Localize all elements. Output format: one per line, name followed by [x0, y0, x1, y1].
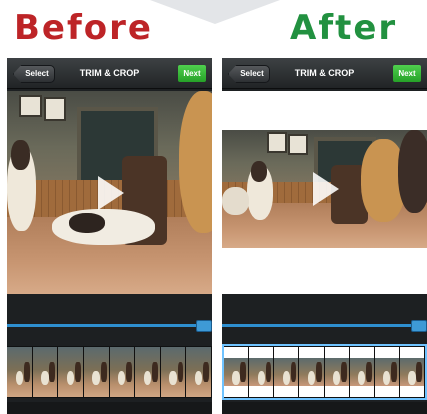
filmstrip[interactable]: [7, 346, 212, 398]
next-button[interactable]: Next: [178, 65, 206, 82]
filmstrip-frame: [160, 347, 187, 397]
filmstrip-frame: [83, 347, 110, 397]
video-frame: [222, 130, 427, 248]
video-frame: [7, 91, 212, 294]
filmstrip-frame: [135, 347, 161, 397]
filmstrip-frame: [349, 347, 375, 397]
after-phone-screen: Select TRIM & CROP Next: [222, 58, 427, 414]
filmstrip-frame: [7, 347, 33, 397]
after-heading: After: [290, 8, 398, 48]
wall-picture: [43, 97, 67, 122]
filmstrip-frame: [109, 347, 136, 397]
video-preview[interactable]: [222, 91, 427, 294]
play-icon[interactable]: [312, 172, 339, 206]
play-icon[interactable]: [97, 175, 124, 210]
filmstrip-frame: [224, 347, 250, 397]
filmstrip[interactable]: [222, 344, 427, 400]
filmstrip-frame: [399, 347, 425, 397]
filmstrip-frame: [374, 347, 400, 397]
filmstrip-frame: [32, 347, 59, 397]
trim-slider-track[interactable]: [7, 324, 212, 327]
video-preview[interactable]: [7, 91, 212, 294]
next-button[interactable]: Next: [393, 65, 421, 82]
dog-left-head: [11, 139, 30, 171]
wall-picture: [267, 132, 288, 153]
dog-left-head: [250, 160, 268, 182]
dog-lying: [222, 186, 249, 215]
decorative-chevron: [150, 0, 280, 24]
filmstrip-frame: [299, 347, 325, 397]
before-phone-screen: Select TRIM & CROP Next: [7, 58, 212, 414]
wall-picture: [287, 133, 308, 156]
trim-slider-handle[interactable]: [411, 320, 427, 332]
filmstrip-frame: [274, 347, 300, 397]
navigation-bar: Select TRIM & CROP Next: [222, 58, 427, 89]
filmstrip-frame: [58, 347, 84, 397]
before-heading: Before: [14, 8, 153, 48]
trim-slider-track[interactable]: [222, 324, 427, 327]
filmstrip-frame: [324, 347, 350, 397]
filmstrip-frame: [249, 347, 275, 397]
wall-picture: [19, 95, 42, 118]
navigation-bar: Select TRIM & CROP Next: [7, 58, 212, 89]
dog-golden: [179, 91, 212, 234]
filmstrip-frame: [186, 347, 212, 397]
dog-lying-spot: [68, 212, 106, 234]
person-dark: [398, 130, 427, 213]
trim-slider-handle[interactable]: [196, 320, 212, 332]
